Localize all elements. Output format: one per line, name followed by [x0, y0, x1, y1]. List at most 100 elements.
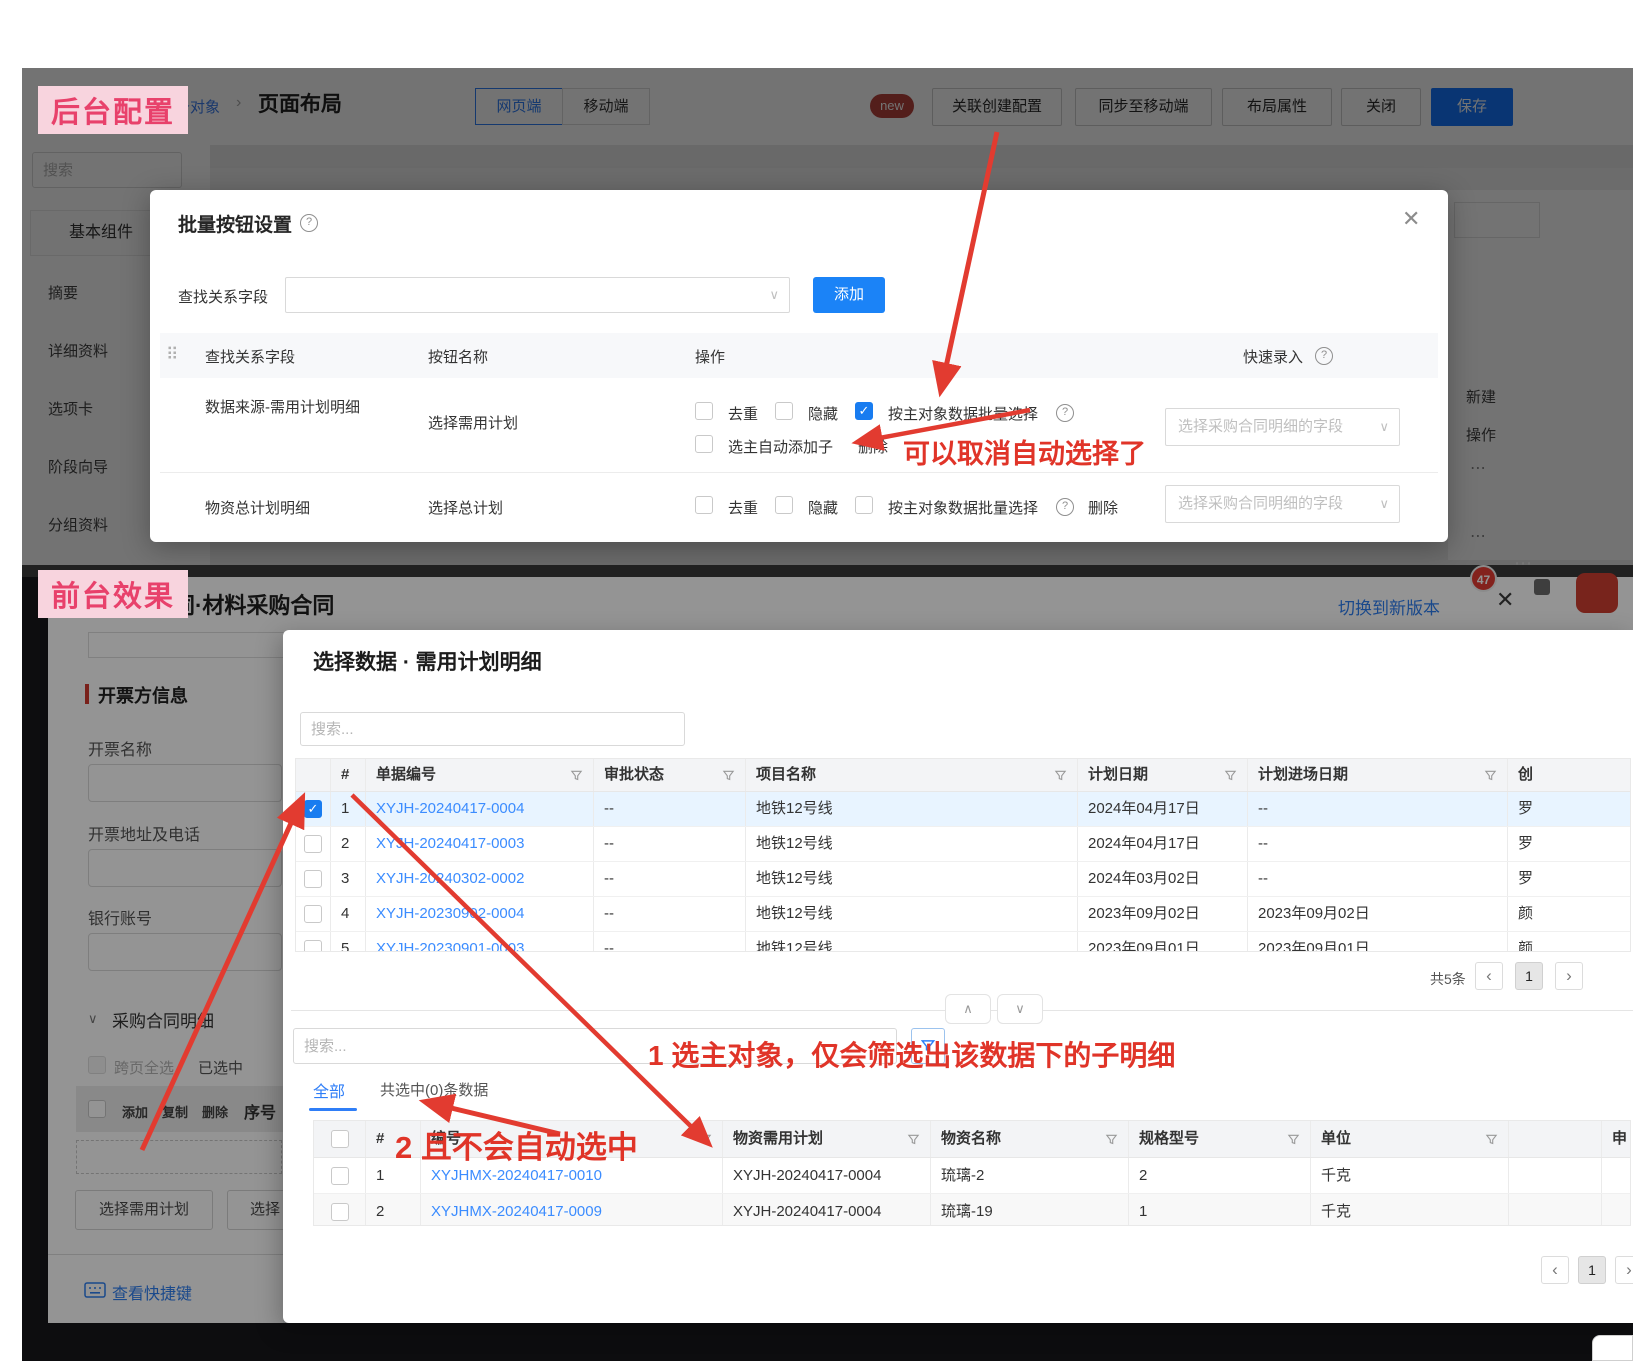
filter-icon[interactable]: [570, 769, 583, 782]
table-row[interactable]: 4XYJH-20230902-0004--地铁12号线2023年09月02日20…: [296, 897, 1630, 932]
collapse-down-button[interactable]: [997, 994, 1043, 1024]
help-icon[interactable]: [1056, 404, 1074, 422]
record-link[interactable]: XYJH-20240302-0002: [376, 870, 524, 887]
detail-table-body: 1XYJHMX-20240417-0010XYJH-20240417-0004琉…: [314, 1158, 1630, 1226]
auto-add-child-checkbox[interactable]: [695, 435, 713, 453]
column-header[interactable]: 规格型号: [1129, 1121, 1311, 1157]
column-header[interactable]: 审批状态: [594, 759, 746, 791]
record-link[interactable]: XYJH-20240417-0004: [376, 800, 524, 817]
record-link[interactable]: XYJH-20230902-0004: [376, 905, 524, 922]
row-checkbox-cell[interactable]: [296, 897, 331, 931]
batch-select-checkbox[interactable]: [855, 402, 873, 420]
row-checkbox-cell[interactable]: [296, 862, 331, 896]
batch-select-checkbox[interactable]: [855, 496, 873, 514]
table-cell: 罗: [1508, 862, 1630, 896]
row-checkbox[interactable]: [304, 940, 322, 952]
delete-link[interactable]: 删除: [858, 436, 888, 457]
row-checkbox-cell[interactable]: [296, 792, 331, 826]
record-link[interactable]: XYJHMX-20240417-0010: [431, 1167, 602, 1184]
cell-text: 琉璃-2: [941, 1167, 984, 1184]
row-checkbox[interactable]: [304, 870, 322, 888]
main-table-search-input[interactable]: [300, 712, 685, 746]
column-header[interactable]: 物资名称: [931, 1121, 1129, 1157]
column-header[interactable]: 单位: [1311, 1121, 1509, 1157]
row-checkbox[interactable]: [304, 835, 322, 853]
hide-checkbox[interactable]: [775, 402, 793, 420]
record-link[interactable]: XYJH-20230901-0003: [376, 940, 524, 952]
quick-entry-select[interactable]: 选择采购合同明细的字段: [1165, 485, 1400, 523]
column-header[interactable]: 计划日期: [1078, 759, 1248, 791]
tab-selected-count[interactable]: 共选中(0)条数据: [380, 1079, 488, 1100]
next-page-button[interactable]: [1615, 1256, 1633, 1284]
cell-text: --: [604, 905, 614, 922]
dedupe-checkbox[interactable]: [695, 496, 713, 514]
row-checkbox[interactable]: [331, 1203, 349, 1221]
page-number[interactable]: 1: [1515, 962, 1543, 990]
find-field-select[interactable]: [285, 277, 790, 313]
collapse-up-button[interactable]: [945, 994, 991, 1024]
filter-icon[interactable]: [1224, 769, 1237, 782]
table-row[interactable]: 5XYJH-20230901-0003--地铁12号线2023年09月01日20…: [296, 932, 1630, 952]
row-checkbox[interactable]: [331, 1167, 349, 1185]
hide-checkbox[interactable]: [775, 496, 793, 514]
page-number[interactable]: 1: [1578, 1256, 1606, 1284]
row-checkbox-cell[interactable]: [296, 932, 331, 952]
row-checkbox-cell[interactable]: [314, 1158, 366, 1193]
table-cell: XYJH-20240417-0003: [366, 827, 594, 861]
table-row[interactable]: 2XYJHMX-20240417-0009XYJH-20240417-0004琉…: [314, 1194, 1630, 1226]
screenshot-stage: 务对象 页面布局 网页端 移动端 new 关联创建配置 同步至移动端 布局属性 …: [0, 0, 1633, 1361]
table-row[interactable]: 1XYJH-20240417-0004--地铁12号线2024年04月17日--…: [296, 792, 1630, 827]
table-row[interactable]: 3XYJH-20240302-0002--地铁12号线2024年03月02日--…: [296, 862, 1630, 897]
close-icon[interactable]: [1402, 206, 1420, 232]
delete-link[interactable]: 删除: [1088, 497, 1118, 518]
table-cell: 4: [331, 897, 366, 931]
filter-icon[interactable]: [907, 1133, 920, 1146]
annotation-note2: 2 且不会自动选中: [395, 1122, 638, 1167]
filter-icon[interactable]: [1287, 1133, 1300, 1146]
table-cell: 2024年03月02日: [1078, 862, 1248, 896]
filter-icon[interactable]: [1485, 1133, 1498, 1146]
filter-icon[interactable]: [722, 769, 735, 782]
filter-icon[interactable]: [699, 1133, 712, 1146]
table-cell: XYJH-20240417-0004: [366, 792, 594, 826]
quick-entry-select[interactable]: 选择采购合同明细的字段: [1165, 408, 1400, 446]
cell-text: 2024年03月02日: [1088, 870, 1200, 887]
dedupe-checkbox[interactable]: [695, 402, 713, 420]
row-checkbox-cell[interactable]: [296, 827, 331, 861]
help-icon[interactable]: [300, 214, 318, 232]
column-header[interactable]: 物资需用计划: [723, 1121, 931, 1157]
table-row[interactable]: 2XYJH-20240417-0003--地铁12号线2024年04月17日--…: [296, 827, 1630, 862]
table-cell: 地铁12号线: [746, 862, 1078, 896]
help-icon[interactable]: [1315, 347, 1333, 365]
column-header[interactable]: 项目名称: [746, 759, 1078, 791]
tab-all[interactable]: 全部: [313, 1078, 345, 1102]
config-row-button-name: 选择需用计划: [428, 412, 518, 433]
corner-widget[interactable]: [1592, 1335, 1633, 1361]
filter-icon[interactable]: [1105, 1133, 1118, 1146]
table-cell: --: [594, 792, 746, 826]
cell-text: 地铁12号线: [756, 870, 833, 887]
column-header: 申: [1602, 1121, 1630, 1157]
filter-icon[interactable]: [1484, 769, 1497, 782]
help-icon[interactable]: [1056, 498, 1074, 516]
cell-text: 1: [376, 1167, 384, 1184]
cell-text: 罗: [1518, 800, 1533, 817]
add-button[interactable]: 添加: [813, 277, 885, 313]
column-header[interactable]: 单据编号: [366, 759, 594, 791]
record-link[interactable]: XYJH-20240417-0003: [376, 835, 524, 852]
row-checkbox[interactable]: [304, 905, 322, 923]
drag-handle-icon[interactable]: [166, 345, 178, 365]
prev-page-button[interactable]: [1541, 1256, 1569, 1284]
tab-all-underline: [309, 1108, 357, 1111]
table-cell: 2: [331, 827, 366, 861]
row-checkbox[interactable]: [304, 800, 322, 818]
table-cell: [1602, 1158, 1630, 1193]
select-all-checkbox[interactable]: [331, 1130, 349, 1148]
column-header[interactable]: 计划进场日期: [1248, 759, 1508, 791]
next-page-button[interactable]: [1555, 962, 1583, 990]
filter-icon[interactable]: [1054, 769, 1067, 782]
table-cell: --: [594, 932, 746, 952]
prev-page-button[interactable]: [1475, 962, 1503, 990]
row-checkbox-cell[interactable]: [314, 1194, 366, 1226]
record-link[interactable]: XYJHMX-20240417-0009: [431, 1203, 602, 1220]
